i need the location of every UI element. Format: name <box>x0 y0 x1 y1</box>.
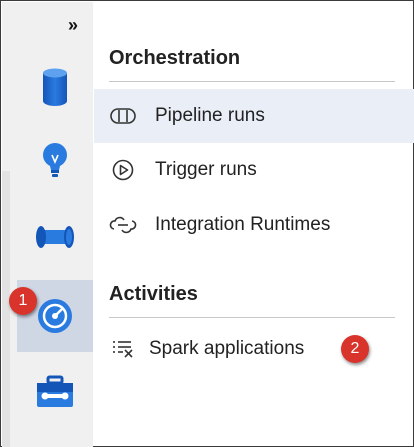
monitor-gauge-icon <box>36 297 74 335</box>
cloud-link-icon <box>109 214 137 236</box>
toolbox-icon <box>35 375 75 409</box>
expand-rail-button[interactable]: » <box>63 15 83 35</box>
menu-item-pipeline-runs[interactable]: Pipeline runs <box>94 89 414 143</box>
menu-item-label: Integration Runtimes <box>155 214 331 235</box>
menu-item-label: Trigger runs <box>155 159 257 180</box>
rail-item-integrate[interactable] <box>17 201 93 273</box>
pipe-icon <box>35 222 75 252</box>
callout-badge-2: 2 <box>341 335 369 363</box>
callout-badge-1: 1 <box>9 287 37 315</box>
menu-item-trigger-runs[interactable]: Trigger runs <box>94 143 414 197</box>
menu-item-integration-runtimes[interactable]: Integration Runtimes <box>94 198 414 252</box>
pipeline-icon <box>109 105 137 127</box>
monitor-hub-panel: » 1 Orchestration Pipeline runs Trigger … <box>0 0 414 447</box>
section-divider <box>109 81 395 82</box>
section-title-activities: Activities <box>109 283 198 305</box>
section-divider <box>109 317 395 318</box>
database-icon <box>42 68 68 106</box>
rail-item-manage[interactable] <box>17 356 93 428</box>
menu-item-label: Pipeline runs <box>155 105 265 126</box>
play-circle-icon <box>109 159 137 181</box>
rail-edge <box>2 171 10 447</box>
menu-item-label: Spark applications <box>149 338 305 359</box>
rail-item-develop[interactable] <box>17 125 93 197</box>
section-title-orchestration: Orchestration <box>109 47 241 69</box>
list-x-icon <box>109 338 137 360</box>
rail-item-data[interactable] <box>17 51 93 123</box>
lightbulb-icon <box>40 142 70 180</box>
